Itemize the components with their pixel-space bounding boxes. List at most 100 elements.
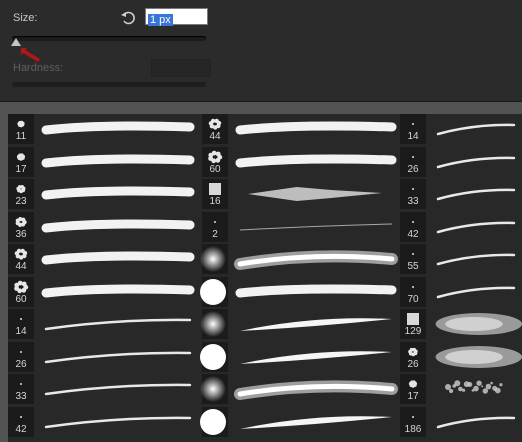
size-slider-track[interactable] <box>12 36 206 41</box>
brush-preset[interactable]: 17 <box>8 146 198 179</box>
brush-size-label: 26 <box>407 163 419 175</box>
brush-preset[interactable]: 33 <box>8 374 198 406</box>
brush-preset[interactable] <box>200 309 400 341</box>
brush-size-label: 42 <box>15 423 27 435</box>
brush-preset[interactable]: 60 <box>202 146 400 179</box>
brush-size-label: 55 <box>407 261 419 272</box>
brush-stroke-preview <box>34 407 198 437</box>
brush-preset[interactable]: 186 <box>400 406 522 439</box>
brush-stroke-preview <box>228 114 400 144</box>
brush-preset[interactable]: 55 <box>400 244 522 276</box>
brush-stroke-preview <box>34 212 198 242</box>
brush-options-panel: Size: 1 px Hardness: <box>0 0 522 102</box>
brush-size-label: 26 <box>15 358 27 370</box>
brush-stroke-preview <box>426 374 522 404</box>
brush-preset[interactable]: 36 <box>8 211 198 244</box>
size-value: 1 px <box>148 14 173 26</box>
hardness-input <box>151 59 211 77</box>
brush-size-label: 60 <box>209 163 221 175</box>
brush-preset[interactable] <box>200 276 400 309</box>
brush-preset[interactable]: 26 <box>400 146 522 179</box>
panel-divider <box>0 101 522 102</box>
brush-preset[interactable]: 11 <box>8 114 198 146</box>
brush-size-label: 42 <box>407 228 419 240</box>
brush-preset[interactable]: 42 <box>400 211 522 244</box>
brush-preset[interactable] <box>200 341 400 374</box>
brush-preset[interactable]: 2 <box>202 211 400 244</box>
brush-preset[interactable]: 129 <box>400 309 522 341</box>
brush-tip-thumbnail: 129 <box>400 309 426 339</box>
brush-tip-thumbnail: 70 <box>400 276 426 307</box>
brush-stroke-preview <box>426 244 522 274</box>
brush-tip-thumbnail <box>200 276 228 307</box>
brush-size-label: 14 <box>407 131 419 142</box>
brush-stroke-preview <box>228 212 400 242</box>
brush-stroke-preview <box>228 277 400 307</box>
brush-tip-thumbnail: 55 <box>400 244 426 274</box>
size-input[interactable]: 1 px <box>145 8 208 26</box>
brush-size-label: 17 <box>407 391 419 402</box>
brush-preset[interactable]: 26 <box>400 341 522 374</box>
brush-tip-icon <box>198 374 228 404</box>
brush-stroke-preview <box>228 309 400 339</box>
brush-tip-thumbnail: 16 <box>202 179 228 209</box>
brush-size-label: 33 <box>15 391 27 402</box>
brush-stroke-preview <box>34 309 198 339</box>
brush-preset[interactable]: 16 <box>202 179 400 211</box>
brush-size-label: 17 <box>15 163 27 175</box>
brush-stroke-preview <box>228 374 400 404</box>
brush-tip-thumbnail: 11 <box>8 114 34 144</box>
hardness-label: Hardness: <box>13 62 64 74</box>
brush-preset[interactable]: 33 <box>400 179 522 211</box>
brush-preset[interactable]: 60 <box>8 276 198 309</box>
brush-tip-thumbnail: 2 <box>202 211 228 242</box>
brush-tip-icon <box>198 407 228 437</box>
brush-preset[interactable] <box>200 374 400 406</box>
brush-stroke-preview <box>34 244 198 274</box>
brush-size-label: 44 <box>15 261 27 272</box>
hardness-slider-track <box>12 82 206 87</box>
brush-tip-thumbnail: 60 <box>202 146 228 177</box>
brush-size-label: 26 <box>407 358 419 370</box>
brush-size-label: 129 <box>404 326 422 337</box>
brush-tip-thumbnail: 42 <box>8 406 34 437</box>
brush-stroke-preview <box>34 114 198 144</box>
brush-size-label: 11 <box>15 131 27 142</box>
brush-preset[interactable]: 70 <box>400 276 522 309</box>
brush-tip-thumbnail: 36 <box>8 211 34 242</box>
brush-tip-thumbnail <box>200 406 228 437</box>
brush-tip-thumbnail <box>200 244 228 274</box>
brush-stroke-preview <box>228 342 400 372</box>
brush-stroke-preview <box>228 179 400 209</box>
brush-preset[interactable]: 14 <box>8 309 198 341</box>
brush-tip-thumbnail: 14 <box>8 309 34 339</box>
brush-size-label: 70 <box>407 293 419 305</box>
brush-tip-thumbnail: 186 <box>400 406 426 437</box>
brush-stroke-preview <box>426 407 522 437</box>
brush-tip-icon <box>198 277 228 307</box>
brush-preset[interactable]: 26 <box>8 341 198 374</box>
brush-stroke-preview <box>426 277 522 307</box>
brush-preset[interactable]: 42 <box>8 406 198 439</box>
brush-tip-thumbnail: 44 <box>8 244 34 274</box>
brush-stroke-preview <box>34 147 198 177</box>
brush-tip-thumbnail: 42 <box>400 211 426 242</box>
brush-preset[interactable] <box>200 244 400 276</box>
brush-preset[interactable]: 17 <box>400 374 522 406</box>
brush-size-label: 23 <box>15 196 27 207</box>
brush-tip-thumbnail: 26 <box>8 341 34 372</box>
brush-stroke-preview <box>426 342 522 372</box>
brush-preset[interactable]: 14 <box>400 114 522 146</box>
brush-tip-icon <box>198 244 228 274</box>
brush-stroke-preview <box>34 277 198 307</box>
brush-preset[interactable]: 23 <box>8 179 198 211</box>
reset-size-icon[interactable] <box>120 9 138 27</box>
brush-preset[interactable] <box>200 406 400 439</box>
brush-size-label: 60 <box>15 293 27 305</box>
brush-tip-thumbnail: 26 <box>400 146 426 177</box>
brush-preset[interactable]: 44 <box>202 114 400 146</box>
brush-size-label: 33 <box>407 196 419 207</box>
brush-tip-thumbnail: 17 <box>8 146 34 177</box>
brush-preset[interactable]: 44 <box>8 244 198 276</box>
brush-tip-thumbnail <box>200 341 228 372</box>
